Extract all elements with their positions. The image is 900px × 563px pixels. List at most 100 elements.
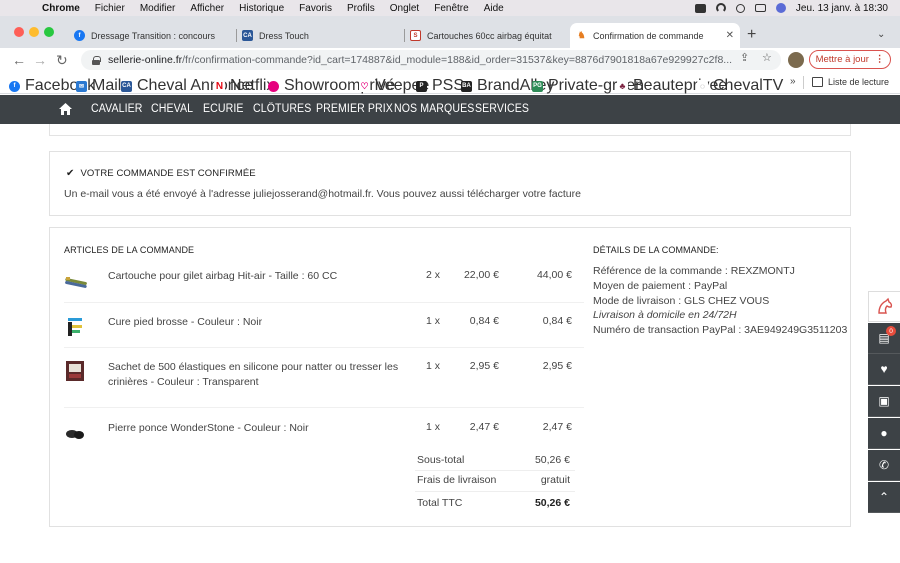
avatar[interactable] [788,52,804,68]
tab-title: Dressage Transition : concours [91,30,216,41]
new-tab-button[interactable]: + [747,26,756,44]
nav-premier-prix[interactable]: PREMIER PRIX [316,103,393,115]
menu-afficher[interactable]: Afficher [190,3,224,14]
scroll-top-button[interactable]: ⌃ [868,482,900,513]
item-name[interactable]: Sachet de 500 élastiques en silicone pou… [108,360,408,390]
user-icon: ● [880,426,888,440]
veepee-icon: ♡ [359,80,370,92]
horse-logo-button[interactable] [868,291,900,322]
item-total: 2,47 € [542,421,572,433]
url-path: /fr/confirmation-commande?id_cart=174887… [182,54,733,66]
order-items-title: ARTICLES DE LA COMMANDE [64,245,195,255]
ca-icon: CA [121,80,132,92]
confirmed-message: Un e-mail vous a été envoyé à l'adresse … [64,188,581,200]
horse-icon [877,297,892,314]
apple-icon[interactable] [14,3,24,13]
close-tab-icon[interactable]: ✕ [726,30,734,41]
subtotal-label: Sous-total [417,454,465,466]
nav-cheval[interactable]: CHEVAL [151,103,193,115]
total-label: Total TTC [417,497,463,509]
item-unit-price: 22,00 € [463,269,499,281]
nav-services[interactable]: SERVICES [475,103,529,115]
item-name[interactable]: Cure pied brosse - Couleur : Noir [108,315,408,330]
phone-icon: ✆ [878,458,890,472]
menu-onglet[interactable]: Onglet [390,3,419,14]
menu-aide[interactable]: Aide [484,3,504,14]
horse-icon: ♞ [576,30,587,41]
tab-search-icon[interactable]: ⌄ [877,29,885,40]
ca-icon: CA [242,30,253,41]
control-center-icon[interactable] [754,4,766,12]
bookmark-star-icon[interactable]: ☆ [762,51,772,64]
nav-clotures[interactable]: CLÔTURES [253,103,311,115]
menu-app-name[interactable]: Chrome [42,3,80,14]
forward-button[interactable]: → [33,51,47,69]
cart-button[interactable]: ▤ 0 [868,323,900,354]
tab-confirmation[interactable]: ♞ Confirmation de commande ✕ [570,23,740,48]
gift-icon: ▣ [878,394,890,408]
paypal-transaction: Numéro de transaction PayPal : 3AE949249… [593,324,848,336]
product-thumbnail [66,430,84,439]
facebook-icon: f [9,80,20,92]
bookmark-chevaltv[interactable]: ◌ ChevalTV [697,77,783,95]
order-reference: Référence de la commande : REXZMONTJ [593,265,795,277]
product-thumbnail [65,277,87,288]
menu-fenetre[interactable]: Fenêtre [434,3,468,14]
share-icon[interactable]: ⇪ [740,51,749,64]
item-name[interactable]: Pierre ponce WonderStone - Couleur : Noi… [108,421,408,436]
siri-icon[interactable] [775,3,786,13]
menu-favoris[interactable]: Favoris [299,3,332,14]
nav-ecurie[interactable]: ECURIE [203,103,244,115]
divider [415,491,575,492]
lock-icon[interactable] [92,55,101,65]
facebook-icon: f [74,30,85,41]
reading-list-label: Liste de lecture [828,77,890,87]
bookmarks-divider [803,76,804,89]
gift-button[interactable]: ▣ [868,386,900,417]
reload-button[interactable]: ↻ [56,51,68,69]
address-bar[interactable]: sellerie-online.fr /fr/confirmation-comm… [81,50,781,70]
item-name[interactable]: Cartouche pour gilet airbag Hit-air - Ta… [108,269,408,284]
menu-modifier[interactable]: Modifier [140,3,176,14]
delivery-method: Mode de livraison : GLS CHEZ VOUS [593,295,770,307]
battery-icon[interactable] [694,3,706,13]
tab-cartouches[interactable]: S Cartouches 60cc airbag équitat [404,23,568,48]
wifi-icon[interactable] [715,3,726,13]
nav-nos-marques[interactable]: NOS MARQUES [394,103,474,115]
item-total: 44,00 € [536,269,572,281]
menu-historique[interactable]: Historique [239,3,284,14]
bookmark-mail[interactable]: ✉ Mail [76,77,121,95]
account-button[interactable]: ● [868,418,900,449]
product-thumbnail [68,318,82,336]
order-item-row: Sachet de 500 élastiques en silicone pou… [64,349,584,408]
order-details-title: DÉTAILS DE LA COMMANDE: [593,245,719,255]
tab-title: Dress Touch [259,30,309,41]
home-icon[interactable] [59,103,72,115]
contact-button[interactable]: ✆ [868,450,900,481]
minimize-window-button[interactable] [29,27,39,37]
reading-list-button[interactable]: Liste de lecture [812,77,889,87]
bookmark-pss[interactable]: P PSS [416,77,464,95]
back-button[interactable]: ← [12,51,26,69]
item-qty: 2 x [426,269,441,281]
tab-title: Confirmation de commande [593,30,704,41]
menu-profils[interactable]: Profils [347,3,375,14]
confirmed-heading: ✔ VOTRE COMMANDE EST CONFIRMÉE [66,168,256,179]
maximize-window-button[interactable] [44,27,54,37]
bookmarks-overflow-icon[interactable]: » [790,76,796,87]
url-host: sellerie-online.fr [108,54,183,66]
menubar-datetime[interactable]: Jeu. 13 janv. à 18:30 [796,3,888,14]
nav-cavalier[interactable]: CAVALIER [91,103,143,115]
order-details-panel: ARTICLES DE LA COMMANDE Cartouche pour g… [49,227,851,527]
tab-dress-touch[interactable]: CA Dress Touch [236,23,404,48]
bookmark-label: Mail [92,77,122,94]
tab-dressage-transition[interactable]: f Dressage Transition : concours [68,23,236,48]
bookmark-netflix[interactable]: N Netflix [214,77,274,95]
close-window-button[interactable] [14,27,24,37]
netflix-icon: N [214,80,225,92]
menu-fichier[interactable]: Fichier [95,3,125,14]
update-button[interactable]: Mettre à jour ⋮ [809,50,891,69]
search-icon[interactable] [735,3,745,13]
tab-title: Cartouches 60cc airbag équitat [427,30,552,41]
wishlist-button[interactable]: ♥ [868,354,900,385]
